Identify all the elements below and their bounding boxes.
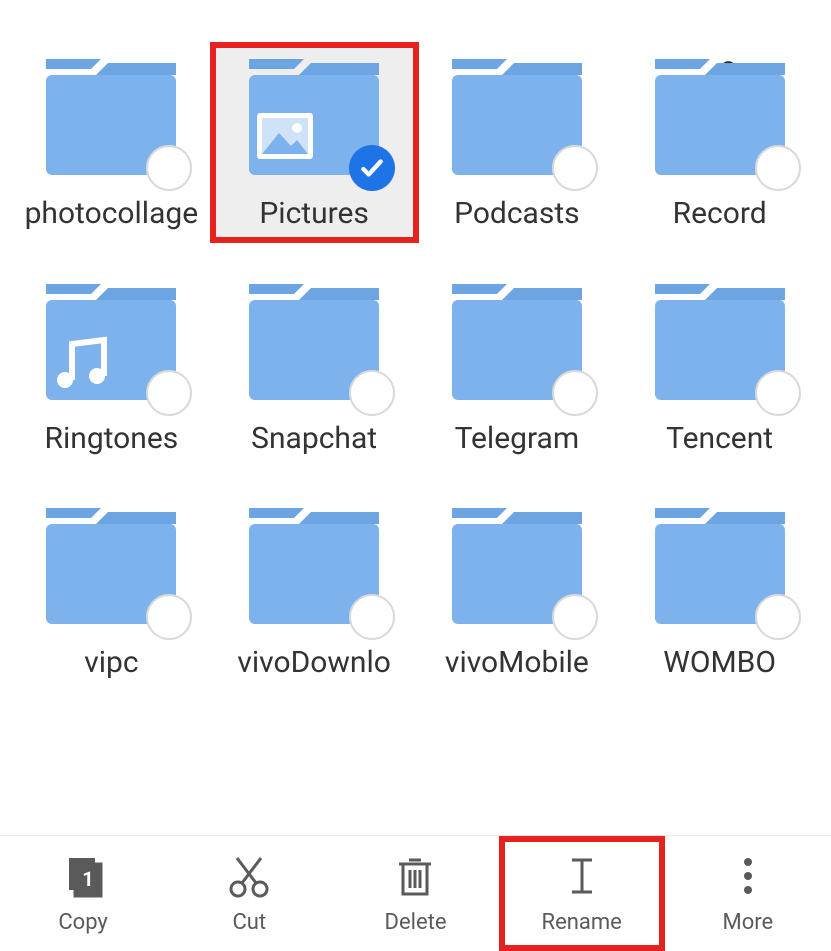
folder-label: photocollage — [25, 197, 199, 232]
selection-circle[interactable] — [552, 370, 598, 416]
folder-label: Tencent — [666, 422, 773, 457]
bottom-toolbar: 1 Copy Cut Delete — [0, 835, 831, 951]
folder-label: Pictures — [259, 197, 369, 232]
rename-icon — [558, 852, 606, 900]
selection-circle[interactable] — [552, 594, 598, 640]
copy-button[interactable]: 1 Copy — [0, 836, 166, 951]
folder-item[interactable]: Podcasts — [416, 45, 619, 240]
more-label: More — [723, 910, 774, 935]
folder-label: Podcasts — [454, 197, 580, 232]
folder-item[interactable]: vivoDownlo — [213, 494, 416, 689]
cut-icon — [225, 852, 273, 900]
folder-label: Ringtones — [44, 422, 178, 457]
folder-item[interactable]: Record — [618, 45, 821, 240]
selection-circle[interactable] — [349, 370, 395, 416]
folder-label: vipc — [84, 646, 138, 681]
copy-label: Copy — [58, 910, 108, 935]
folder-icon — [442, 55, 592, 185]
folder-item[interactable]: Tencent — [618, 270, 821, 465]
rename-label: Rename — [542, 910, 622, 935]
more-button[interactable]: More — [665, 836, 831, 951]
folder-item[interactable]: Telegram — [416, 270, 619, 465]
folder-label: Telegram — [455, 422, 580, 457]
folder-label: vivoDownlo — [237, 646, 391, 681]
folder-label: Snapchat — [251, 422, 377, 457]
selection-circle[interactable] — [552, 145, 598, 191]
folder-label: Record — [673, 197, 767, 232]
selection-circle[interactable] — [755, 594, 801, 640]
folder-label: vivoMobile — [445, 646, 589, 681]
folder-item[interactable]: vivoMobile — [416, 494, 619, 689]
folder-item[interactable]: photocollage — [10, 45, 213, 240]
cut-button[interactable]: Cut — [166, 836, 332, 951]
folder-icon — [645, 280, 795, 410]
selection-circle[interactable] — [146, 370, 192, 416]
rename-button[interactable]: Rename — [499, 836, 665, 951]
folder-icon — [239, 55, 389, 185]
copy-icon: 1 — [59, 852, 107, 900]
folder-icon — [239, 280, 389, 410]
more-icon — [724, 852, 772, 900]
delete-button[interactable]: Delete — [332, 836, 498, 951]
svg-text:1: 1 — [82, 867, 93, 891]
folder-item[interactable]: Snapchat — [213, 270, 416, 465]
folder-icon — [442, 504, 592, 634]
selection-circle[interactable] — [349, 594, 395, 640]
selection-circle[interactable] — [755, 145, 801, 191]
folder-icon — [442, 280, 592, 410]
folder-icon — [645, 55, 795, 185]
folder-grid: photocollage Pictures Podcasts Record Ringto… — [0, 45, 831, 689]
trash-icon — [391, 852, 439, 900]
folder-item[interactable]: Ringtones — [10, 270, 213, 465]
delete-label: Delete — [385, 910, 447, 935]
folder-item[interactable]: vipc — [10, 494, 213, 689]
cut-label: Cut — [232, 910, 266, 935]
folder-icon — [36, 504, 186, 634]
selection-circle[interactable] — [755, 370, 801, 416]
folder-item[interactable]: Pictures — [213, 45, 416, 240]
checkmark-icon[interactable] — [349, 145, 395, 191]
folder-label: WOMBO — [663, 646, 776, 681]
folder-item[interactable]: WOMBO — [618, 494, 821, 689]
folder-icon — [239, 504, 389, 634]
folder-icon — [36, 280, 186, 410]
folder-icon — [36, 55, 186, 185]
folder-icon — [645, 504, 795, 634]
